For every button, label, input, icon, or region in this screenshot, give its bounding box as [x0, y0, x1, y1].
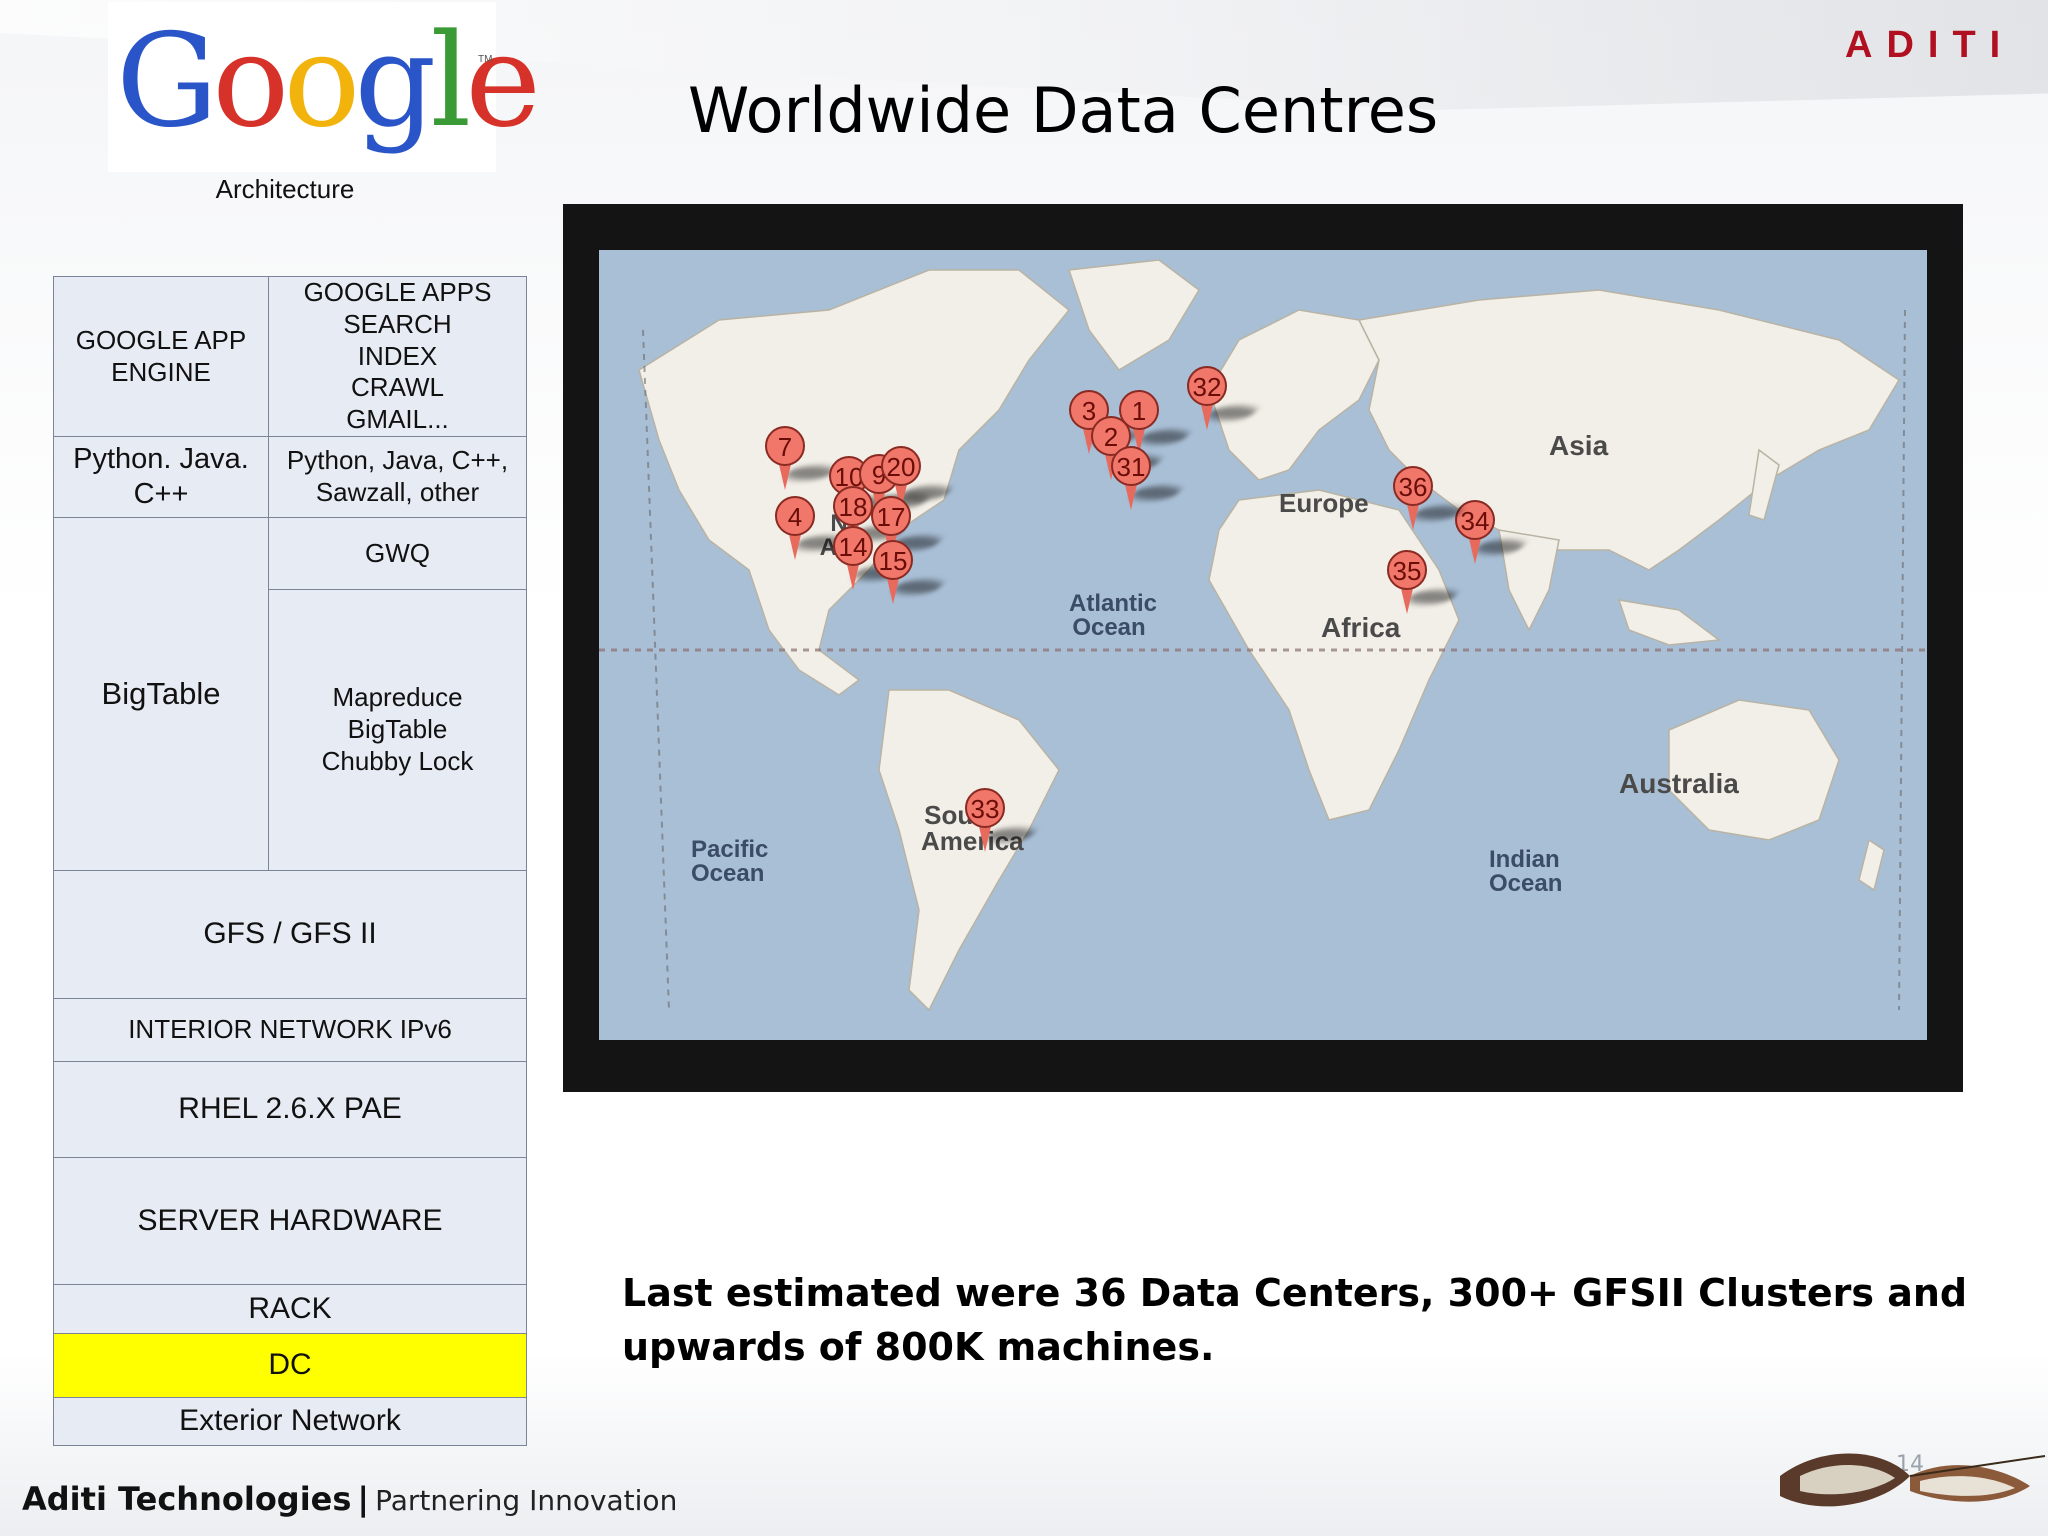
label-atlantic-ocean: Atlantic Ocean: [1069, 590, 1158, 641]
page-title: Worldwide Data Centres: [688, 74, 1439, 147]
service-item: Chubby Lock: [321, 745, 474, 776]
map-pin[interactable]: 31: [1111, 446, 1185, 510]
map-pin[interactable]: 14: [833, 526, 907, 590]
google-tm: TM: [478, 54, 493, 65]
label-africa: Africa: [1321, 612, 1401, 643]
apps-item: SEARCH: [343, 308, 452, 339]
languages-left-cell: Python. Java. C++: [53, 436, 269, 518]
dc-cell: DC: [53, 1333, 527, 1398]
service-item: Mapreduce: [332, 682, 463, 713]
server-hardware-cell: SERVER HARDWARE: [53, 1157, 527, 1285]
app-engine-cell: GOOGLE APP ENGINE: [53, 276, 269, 437]
label-indian-ocean: Indian Ocean: [1489, 846, 1563, 897]
aditi-logo: ADITI: [1845, 24, 2015, 66]
label-asia: Asia: [1549, 430, 1609, 461]
google-apps-cell: GOOGLE APPS SEARCH INDEX CRAWL GMAIL...: [268, 276, 527, 437]
map-frame: Asia Europe Africa South America Austral…: [563, 204, 1963, 1092]
gwq-cell: GWQ: [268, 517, 527, 590]
label-pacific-ocean: Pacific Ocean: [691, 836, 769, 887]
gfs-cell: GFS / GFS II: [53, 870, 527, 999]
map-land: [599, 259, 1927, 1012]
butterfly-icon: [1780, 1453, 2046, 1507]
google-wordmark: Google: [116, 7, 541, 156]
label-europe: Europe: [1279, 488, 1369, 518]
exterior-network-cell: Exterior Network: [53, 1397, 527, 1446]
summary-note: Last estimated were 36 Data Centers, 300…: [622, 1271, 1968, 1369]
architecture-stack: GOOGLE APP ENGINE GOOGLE APPS SEARCH IND…: [53, 276, 527, 1446]
map-pin[interactable]: 32: [1187, 366, 1261, 430]
apps-item: INDEX: [357, 340, 438, 371]
map-pin[interactable]: 36: [1393, 466, 1467, 530]
google-logo: Google TM: [108, 2, 541, 172]
apps-item: GOOGLE APPS: [303, 277, 492, 308]
logo-caption: Architecture: [215, 174, 355, 204]
interior-network-cell: INTERIOR NETWORK IPv6: [53, 998, 527, 1062]
apps-item: GMAIL...: [346, 404, 449, 435]
footer-company: Aditi Technologies: [22, 1480, 352, 1518]
footer-separator: |: [357, 1480, 370, 1518]
label-australia: Australia: [1619, 768, 1739, 799]
map-pin[interactable]: 35: [1387, 550, 1461, 614]
map-pin[interactable]: 7: [765, 426, 839, 490]
footer-tagline: Partnering Innovation: [375, 1484, 678, 1517]
map-pin[interactable]: 1: [1119, 390, 1193, 454]
map-pin[interactable]: 15: [873, 540, 947, 604]
apps-item: CRAWL: [351, 372, 444, 403]
rhel-cell: RHEL 2.6.X PAE: [53, 1061, 527, 1158]
rack-cell: RACK: [53, 1284, 527, 1334]
world-map: Asia Europe Africa South America Austral…: [599, 250, 1927, 1040]
services-cell: Mapreduce BigTable Chubby Lock: [268, 589, 527, 871]
map-pin[interactable]: 4: [775, 496, 849, 560]
bigtable-cell: BigTable: [53, 517, 269, 871]
footer: Aditi Technologies | Partnering Innovation: [22, 1480, 677, 1518]
service-item: BigTable: [347, 714, 448, 745]
languages-right-cell: Python, Java, C++, Sawzall, other: [268, 436, 527, 518]
map-pin[interactable]: 33: [965, 788, 1039, 852]
